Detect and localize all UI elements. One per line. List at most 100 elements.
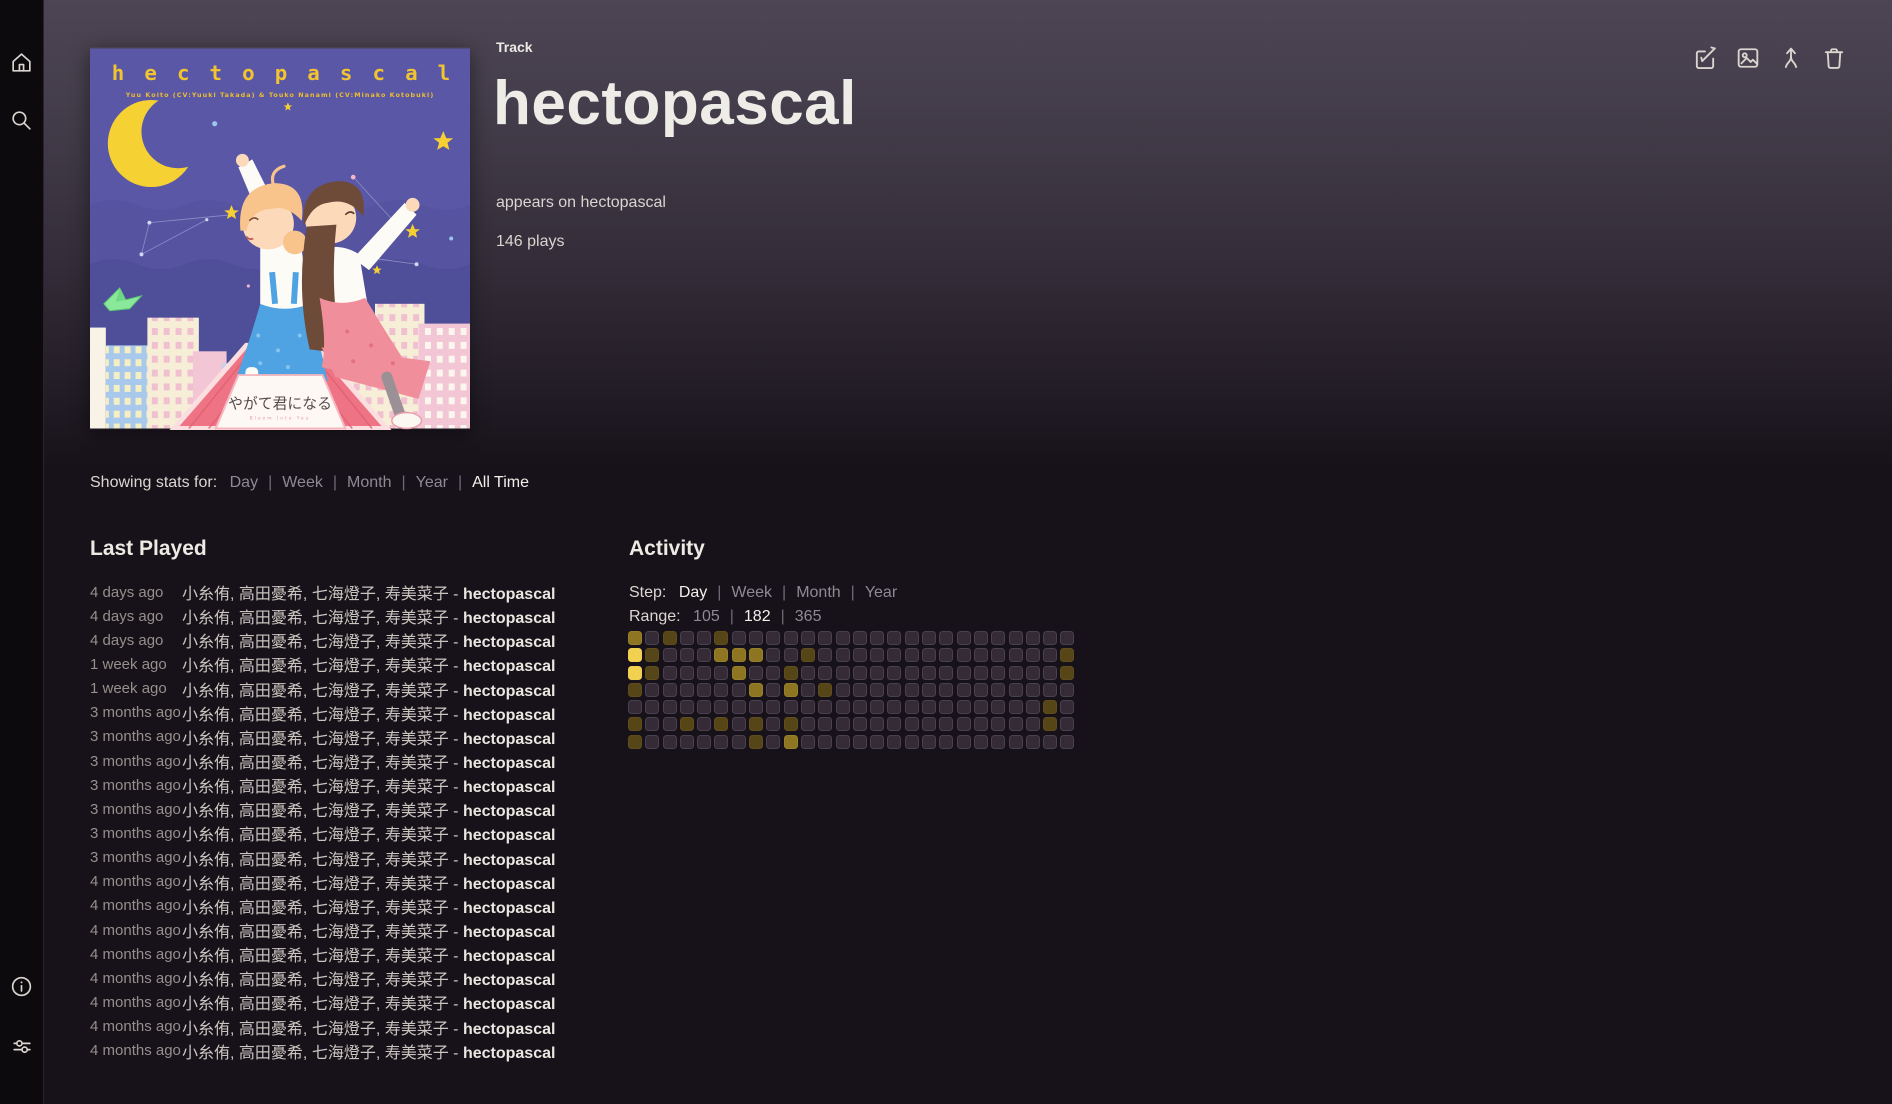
heatmap-cell[interactable] xyxy=(732,631,746,645)
heatmap-cell[interactable] xyxy=(870,700,884,714)
heatmap-cell[interactable] xyxy=(766,735,780,749)
heatmap-cell[interactable] xyxy=(732,683,746,697)
artist-link[interactable]: 小糸侑 xyxy=(182,731,230,748)
heatmap-cell[interactable] xyxy=(922,666,936,680)
heatmap-cell[interactable] xyxy=(974,717,988,731)
heatmap-cell[interactable] xyxy=(766,666,780,680)
heatmap-cell[interactable] xyxy=(1043,683,1057,697)
album-link[interactable]: hectopascal xyxy=(581,194,666,211)
artist-link[interactable]: 七海燈子 xyxy=(312,948,376,965)
heatmap-cell[interactable] xyxy=(870,735,884,749)
track-link[interactable]: hectopascal xyxy=(463,852,555,869)
artist-link[interactable]: 小糸侑 xyxy=(182,658,230,675)
heatmap-cell[interactable] xyxy=(628,631,642,645)
heatmap-cell[interactable] xyxy=(836,700,850,714)
heatmap-cell[interactable] xyxy=(697,683,711,697)
heatmap-cell[interactable] xyxy=(628,666,642,680)
heatmap-cell[interactable] xyxy=(957,666,971,680)
heatmap-cell[interactable] xyxy=(887,717,901,731)
heatmap-cell[interactable] xyxy=(1026,700,1040,714)
artist-link[interactable]: 高田憂希 xyxy=(239,876,303,893)
track-link[interactable]: hectopascal xyxy=(463,803,555,820)
heatmap-cell[interactable] xyxy=(870,648,884,662)
artist-link[interactable]: 寿美菜子 xyxy=(385,827,449,844)
heatmap-cell[interactable] xyxy=(887,683,901,697)
heatmap-cell[interactable] xyxy=(870,666,884,680)
stats-for-option-day[interactable]: Day xyxy=(230,474,258,491)
artist-link[interactable]: 寿美菜子 xyxy=(385,948,449,965)
heatmap-cell[interactable] xyxy=(766,700,780,714)
artist-link[interactable]: 寿美菜子 xyxy=(385,707,449,724)
heatmap-cell[interactable] xyxy=(939,700,953,714)
heatmap-cell[interactable] xyxy=(887,735,901,749)
heatmap-cell[interactable] xyxy=(905,700,919,714)
heatmap-cell[interactable] xyxy=(784,648,798,662)
heatmap-cell[interactable] xyxy=(853,648,867,662)
artist-link[interactable]: 七海燈子 xyxy=(312,755,376,772)
artist-link[interactable]: 七海燈子 xyxy=(312,803,376,820)
heatmap-cell[interactable] xyxy=(663,683,677,697)
heatmap-cell[interactable] xyxy=(1026,666,1040,680)
heatmap-cell[interactable] xyxy=(887,631,901,645)
artist-link[interactable]: 高田憂希 xyxy=(239,683,303,700)
heatmap-cell[interactable] xyxy=(818,700,832,714)
artist-link[interactable]: 寿美菜子 xyxy=(385,876,449,893)
track-link[interactable]: hectopascal xyxy=(463,779,555,796)
artist-link[interactable]: 高田憂希 xyxy=(239,634,303,651)
artist-link[interactable]: 寿美菜子 xyxy=(385,803,449,820)
heatmap-cell[interactable] xyxy=(749,717,763,731)
track-link[interactable]: hectopascal xyxy=(463,900,555,917)
artist-link[interactable]: 七海燈子 xyxy=(312,996,376,1013)
artist-link[interactable]: 高田憂希 xyxy=(239,972,303,989)
range-option-105[interactable]: 105 xyxy=(693,608,720,625)
artist-link[interactable]: 高田憂希 xyxy=(239,610,303,627)
heatmap-cell[interactable] xyxy=(801,735,815,749)
heatmap-cell[interactable] xyxy=(732,648,746,662)
heatmap-cell[interactable] xyxy=(1026,683,1040,697)
heatmap-cell[interactable] xyxy=(628,683,642,697)
heatmap-cell[interactable] xyxy=(818,648,832,662)
track-link[interactable]: hectopascal xyxy=(463,586,555,603)
artist-link[interactable]: 高田憂希 xyxy=(239,827,303,844)
heatmap-cell[interactable] xyxy=(974,631,988,645)
heatmap-cell[interactable] xyxy=(957,717,971,731)
heatmap-cell[interactable] xyxy=(905,735,919,749)
delete-icon[interactable] xyxy=(1820,44,1848,72)
artist-link[interactable]: 七海燈子 xyxy=(312,852,376,869)
settings-icon[interactable] xyxy=(9,1034,34,1059)
heatmap-cell[interactable] xyxy=(697,717,711,731)
heatmap-cell[interactable] xyxy=(766,717,780,731)
artist-link[interactable]: 寿美菜子 xyxy=(385,658,449,675)
heatmap-cell[interactable] xyxy=(818,631,832,645)
heatmap-cell[interactable] xyxy=(697,631,711,645)
artist-link[interactable]: 高田憂希 xyxy=(239,803,303,820)
heatmap-cell[interactable] xyxy=(1009,683,1023,697)
heatmap-cell[interactable] xyxy=(766,631,780,645)
artist-link[interactable]: 寿美菜子 xyxy=(385,683,449,700)
artist-link[interactable]: 七海燈子 xyxy=(312,900,376,917)
heatmap-cell[interactable] xyxy=(870,683,884,697)
artist-link[interactable]: 高田憂希 xyxy=(239,996,303,1013)
heatmap-cell[interactable] xyxy=(732,666,746,680)
artist-link[interactable]: 小糸侑 xyxy=(182,683,230,700)
info-icon[interactable] xyxy=(9,974,34,999)
heatmap-cell[interactable] xyxy=(749,631,763,645)
heatmap-cell[interactable] xyxy=(697,735,711,749)
track-link[interactable]: hectopascal xyxy=(463,634,555,651)
heatmap-cell[interactable] xyxy=(645,648,659,662)
artist-link[interactable]: 七海燈子 xyxy=(312,634,376,651)
heatmap-cell[interactable] xyxy=(922,717,936,731)
artist-link[interactable]: 高田憂希 xyxy=(239,658,303,675)
track-link[interactable]: hectopascal xyxy=(463,658,555,675)
heatmap-cell[interactable] xyxy=(645,717,659,731)
heatmap-cell[interactable] xyxy=(680,683,694,697)
heatmap-cell[interactable] xyxy=(1043,648,1057,662)
artist-link[interactable]: 七海燈子 xyxy=(312,707,376,724)
heatmap-cell[interactable] xyxy=(732,735,746,749)
heatmap-cell[interactable] xyxy=(714,648,728,662)
heatmap-cell[interactable] xyxy=(887,648,901,662)
heatmap-cell[interactable] xyxy=(1043,717,1057,731)
heatmap-cell[interactable] xyxy=(801,631,815,645)
heatmap-cell[interactable] xyxy=(974,700,988,714)
artist-link[interactable]: 高田憂希 xyxy=(239,852,303,869)
